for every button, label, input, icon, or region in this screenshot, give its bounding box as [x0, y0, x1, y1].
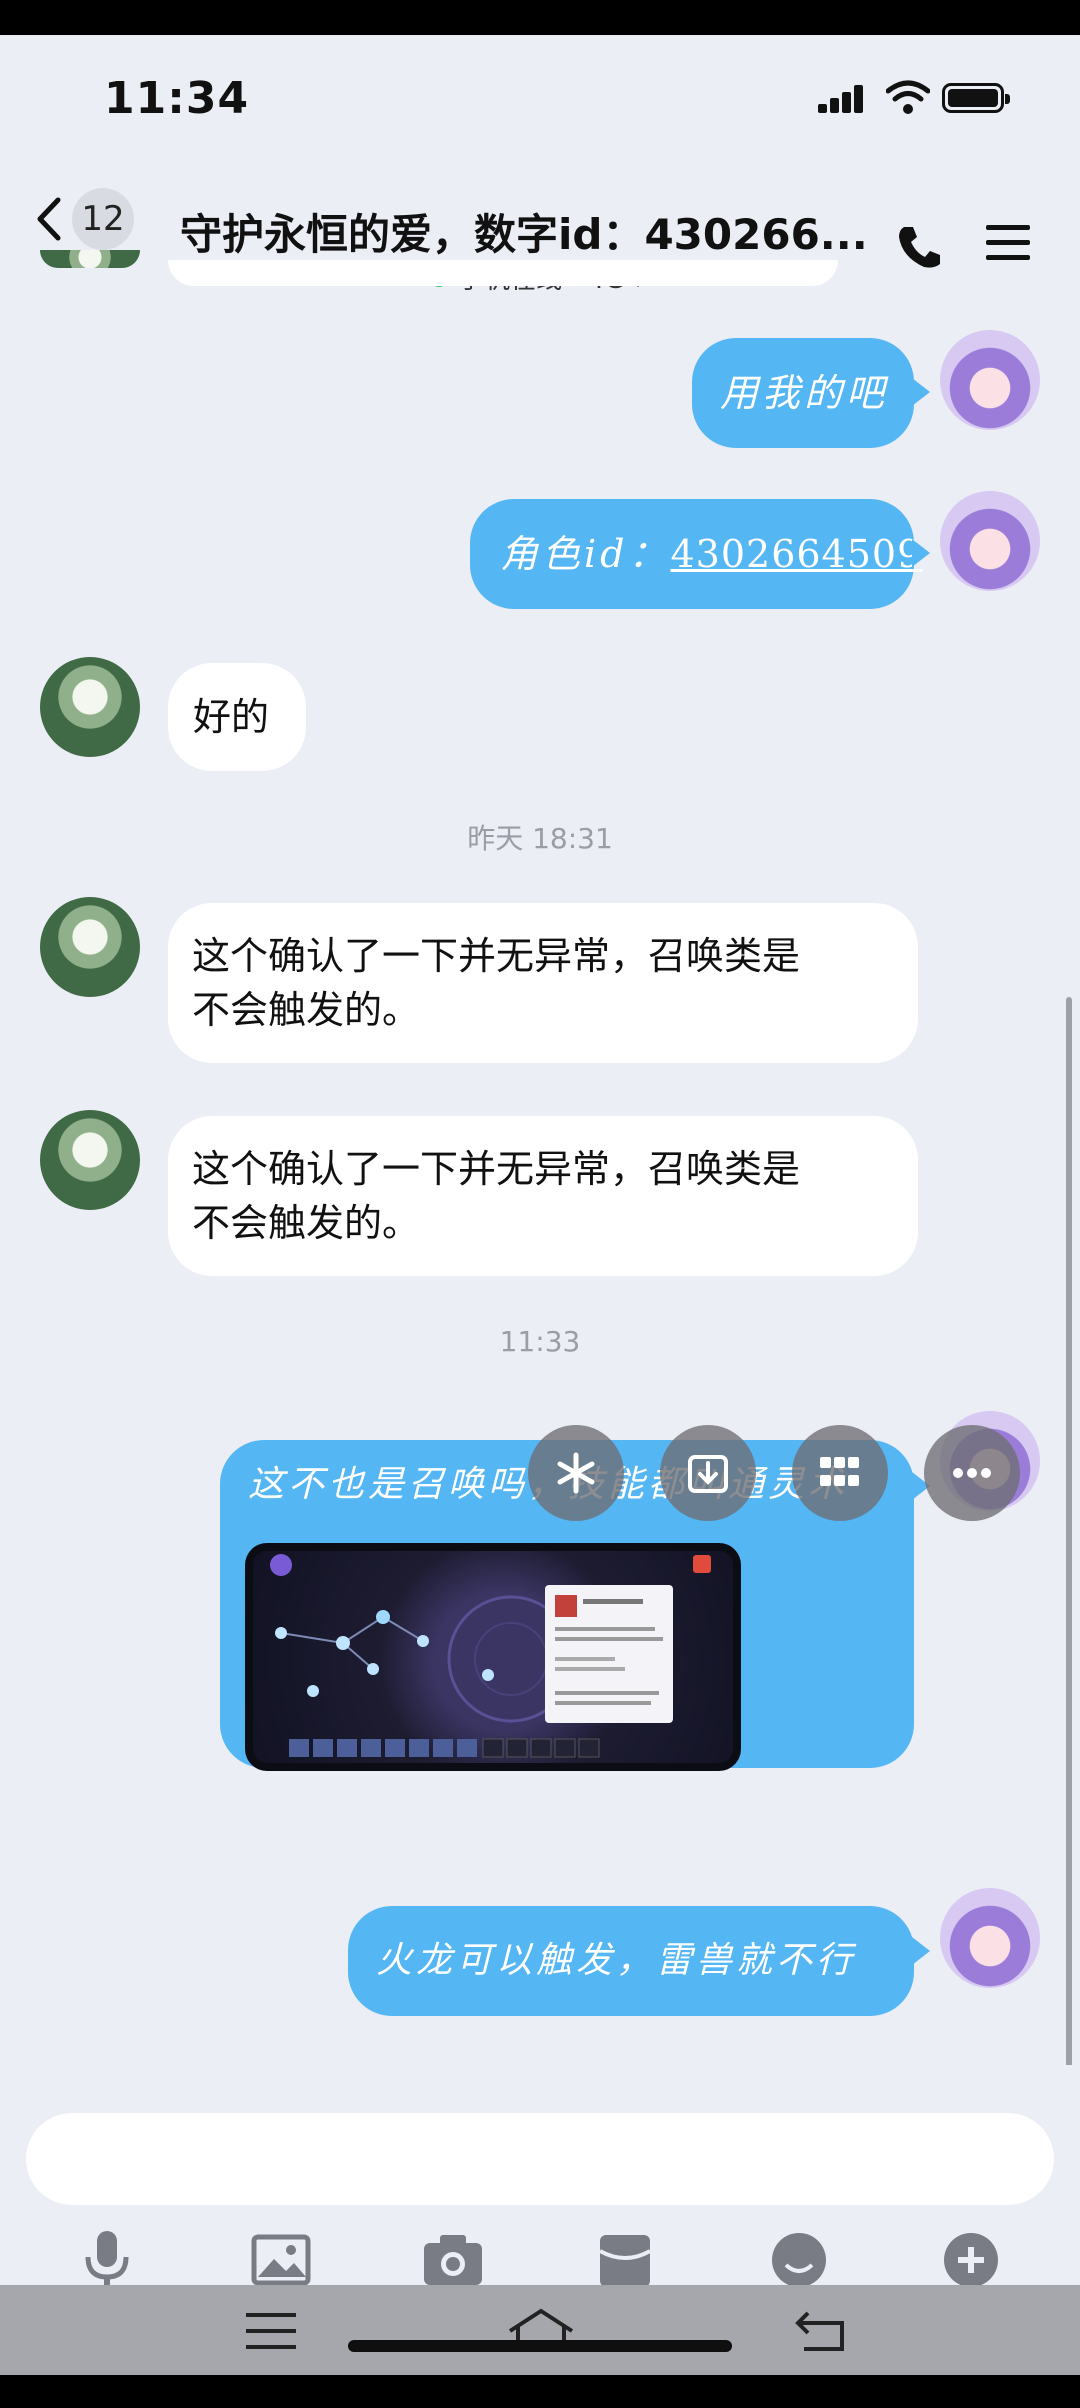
message-bubble-outgoing[interactable]: 火龙可以触发，雷兽就不行: [348, 1906, 914, 2016]
download-icon: [688, 1455, 728, 1493]
contact-avatar-partial: [40, 250, 140, 268]
download-button[interactable]: [660, 1425, 756, 1521]
message-text-line: 这个确认了一下并无异常，召唤类是: [192, 934, 801, 978]
contact-avatar[interactable]: [40, 897, 140, 997]
input-area: [0, 2065, 1080, 2285]
back-nav-icon[interactable]: [794, 2307, 850, 2353]
message-bubble-incoming[interactable]: 这个确认了一下并无异常，召唤类是 不会触发的。: [168, 1116, 918, 1276]
role-id-link[interactable]: 4302664509: [670, 532, 922, 576]
recents-icon[interactable]: [244, 2309, 298, 2353]
contact-avatar[interactable]: [40, 1110, 140, 1210]
message-input[interactable]: [26, 2113, 1054, 2205]
previous-message-partial: [168, 260, 838, 286]
plus-icon[interactable]: [936, 2225, 1006, 2285]
message-text-line: 这个确认了一下并无异常，召唤类是: [192, 1147, 801, 1191]
unread-badge: 12: [72, 188, 134, 250]
redpacket-icon[interactable]: [590, 2225, 660, 2285]
message-bubble-outgoing[interactable]: 用我的吧: [692, 338, 914, 448]
chat-screen: 11:34 12 守护永恒的爱，数字id：430266... 手机在线 - 4G: [0, 35, 1080, 2285]
more-icon: [953, 1468, 991, 1478]
message-text: 好的: [193, 695, 270, 739]
message-text: 用我的吧: [720, 371, 889, 415]
emoji-icon[interactable]: [764, 2225, 834, 2285]
mic-icon[interactable]: [72, 2225, 142, 2285]
battery-icon: [942, 83, 1010, 113]
menu-icon[interactable]: [984, 221, 1032, 265]
message-bubble-outgoing[interactable]: 角色id：4302664509: [470, 499, 921, 609]
home-indicator[interactable]: [348, 2340, 732, 2352]
message-bubble-incoming[interactable]: 这个确认了一下并无异常，召唤类是 不会触发的。: [168, 903, 918, 1063]
message-text-line: 不会触发的。: [192, 988, 421, 1032]
game-screenshot-image[interactable]: [245, 1543, 741, 1771]
asterisk-icon: [557, 1452, 595, 1494]
image-icon[interactable]: [246, 2225, 316, 2285]
system-nav-bar: [0, 2285, 1080, 2375]
grid-button[interactable]: [792, 1425, 888, 1521]
chevron-left-icon: [37, 197, 61, 241]
wifi-icon: [886, 80, 930, 114]
more-button[interactable]: [924, 1425, 1020, 1521]
my-avatar[interactable]: [940, 491, 1040, 591]
game-skill-tree: [253, 1551, 733, 1763]
status-time: 11:34: [104, 73, 250, 124]
message-bubble-incoming[interactable]: 好的: [168, 663, 306, 771]
my-avatar[interactable]: [940, 1888, 1040, 1988]
phone-call-icon[interactable]: [894, 221, 946, 273]
message-text: 火龙可以触发，雷兽就不行: [376, 1940, 857, 1981]
back-button[interactable]: 12: [34, 185, 134, 253]
chat-scrollbar[interactable]: [1066, 997, 1072, 2067]
contact-avatar[interactable]: [40, 657, 140, 757]
status-bar: 11:34: [0, 35, 1080, 155]
signal-icon: [818, 85, 864, 113]
my-avatar[interactable]: [940, 330, 1040, 430]
message-text-line: 不会触发的。: [192, 1201, 421, 1245]
camera-icon[interactable]: [418, 2225, 488, 2285]
chat-title[interactable]: 守护永恒的爱，数字id：430266...: [180, 201, 868, 262]
timestamp: 11:33: [499, 1325, 581, 1358]
message-text: 角色id：: [500, 532, 671, 576]
timestamp: 昨天 18:31: [467, 822, 613, 855]
asterisk-button[interactable]: [528, 1425, 624, 1521]
grid-icon: [820, 1457, 859, 1486]
